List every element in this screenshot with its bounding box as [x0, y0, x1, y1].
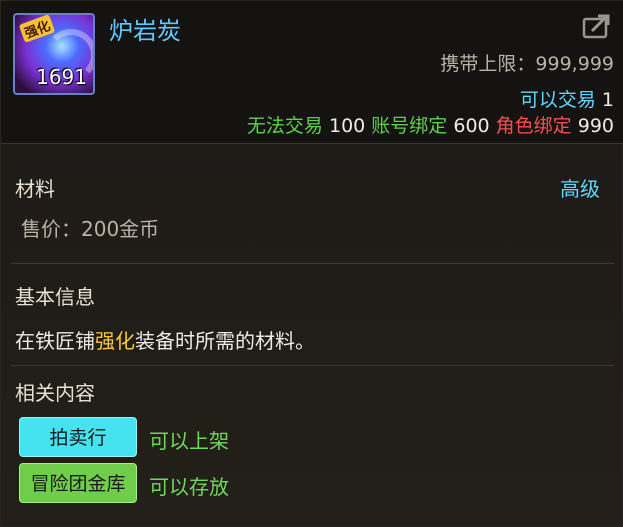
divider-2 — [11, 365, 614, 366]
item-tooltip: 强化 1691 炉岩炭 携带上限：999,999 可以交易 1 无法交易 100… — [0, 0, 623, 527]
related-label: 相关内容 — [15, 381, 95, 405]
desc-prefix: 在铁匠铺 — [15, 329, 95, 353]
item-description: 在铁匠铺强化装备时所需的材料。 — [15, 325, 315, 354]
coal-orb-icon: 强化 1691 — [13, 13, 95, 95]
auction-button[interactable]: 拍卖行 — [19, 417, 137, 457]
no-trade-label: 无法交易 — [246, 115, 323, 137]
item-title: 炉岩炭 — [109, 17, 181, 45]
sell-price: 售价：200金币 — [21, 217, 160, 241]
desc-highlight: 强化 — [95, 329, 135, 353]
tooltip-header: 强化 1691 炉岩炭 携带上限：999,999 可以交易 1 无法交易 100… — [1, 1, 623, 144]
auction-note: 可以上架 — [149, 429, 229, 453]
desc-suffix: 装备时所需的材料。 — [135, 329, 315, 353]
basic-info-label: 基本信息 — [15, 285, 95, 309]
guild-bank-button[interactable]: 冒险团金库 — [19, 463, 137, 503]
account-bound-label: 账号绑定 — [371, 115, 448, 137]
trade-label: 可以交易 — [519, 89, 596, 111]
carry-limit: 携带上限：999,999 — [440, 53, 614, 75]
binding-line: 无法交易 100 账号绑定 600 角色绑定 990 — [247, 111, 614, 138]
account-bound-value: 600 — [453, 115, 490, 137]
share-arrow-icon[interactable] — [582, 13, 612, 39]
trade-value: 1 — [601, 89, 614, 111]
bank-note: 可以存放 — [149, 475, 229, 499]
divider-1 — [11, 263, 614, 264]
char-bound-value: 990 — [577, 115, 614, 137]
no-trade-value: 100 — [328, 115, 366, 137]
trade-line: 可以交易 1 — [520, 85, 614, 112]
grade-label: 高级 — [560, 177, 600, 201]
material-label: 材料 — [15, 177, 55, 201]
char-bound-label: 角色绑定 — [495, 115, 572, 137]
item-count: 1691 — [36, 65, 87, 89]
